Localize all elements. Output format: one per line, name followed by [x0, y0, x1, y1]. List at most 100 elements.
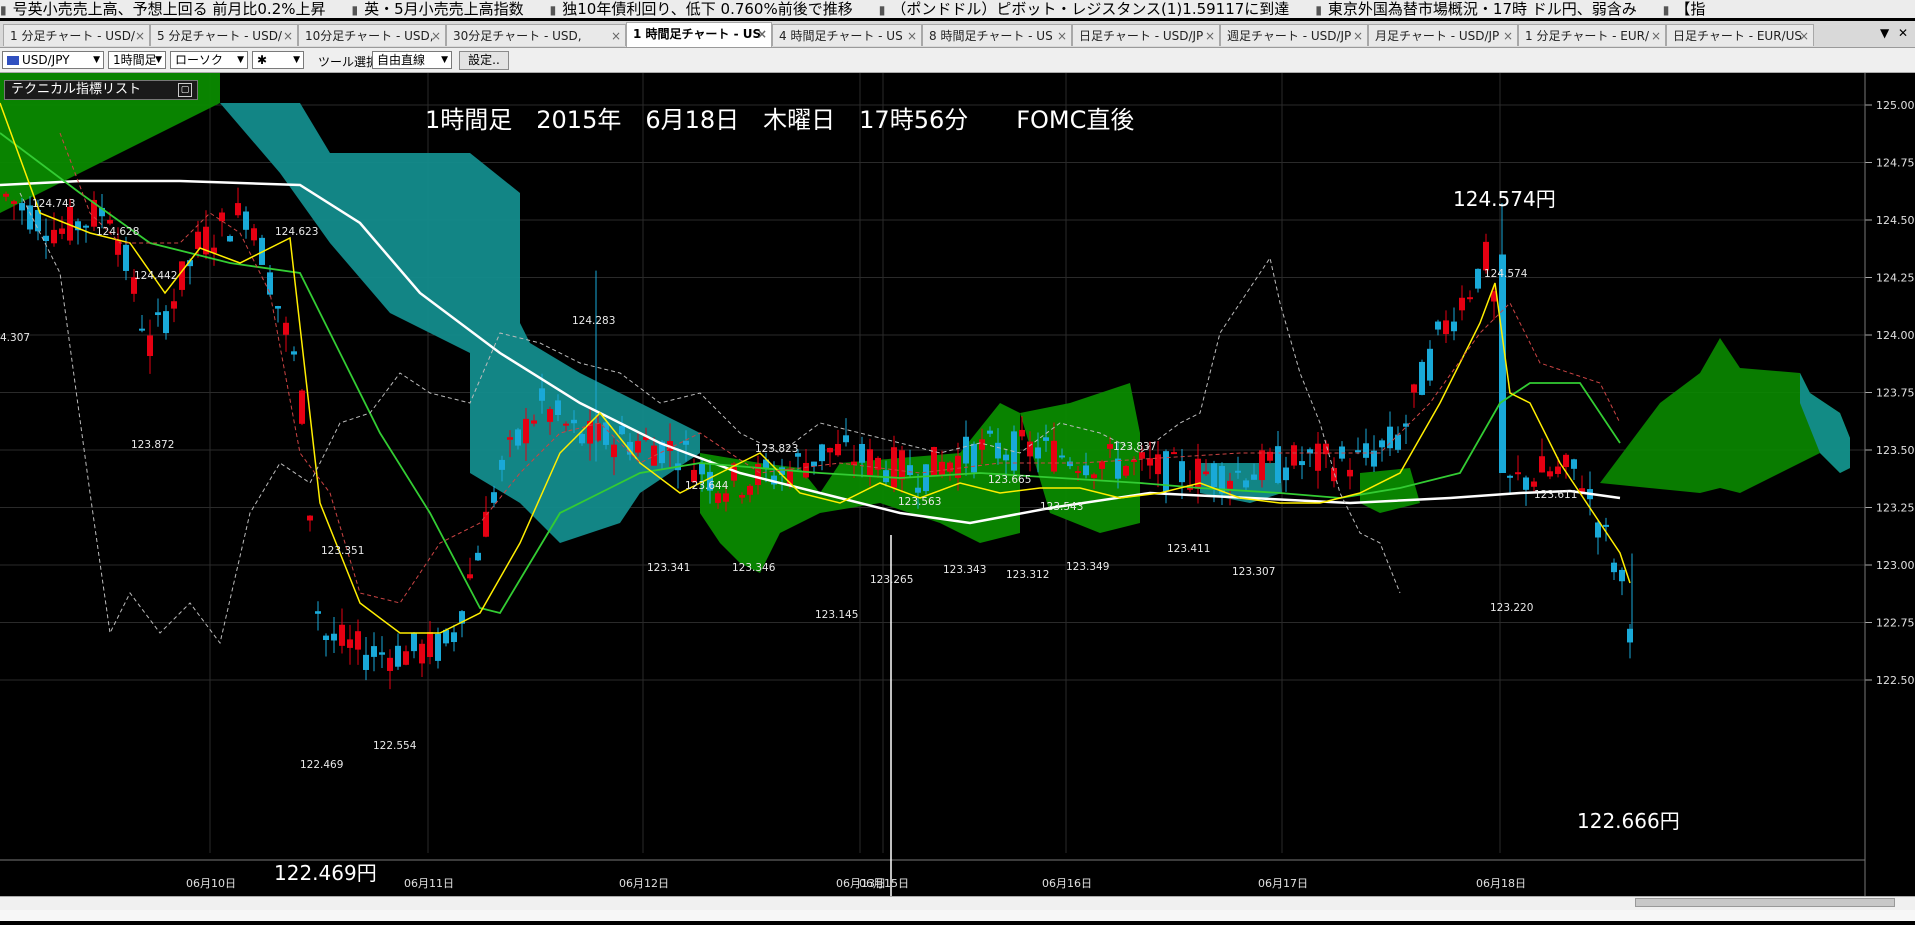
candle-body: [1331, 467, 1337, 482]
candle-body: [419, 643, 425, 664]
candle-body: [1227, 480, 1233, 489]
candle-body: [443, 629, 449, 644]
candle-body: [1243, 480, 1249, 488]
chart-tab[interactable]: 5 分足チャート - USD/×: [150, 24, 298, 46]
chart-tab[interactable]: 30分足チャート - USD, ×: [446, 24, 626, 46]
marker-select[interactable]: ✱ ▼: [252, 51, 304, 69]
chart-tab[interactable]: 4 時間足チャート - US ×: [772, 24, 922, 46]
close-icon[interactable]: ×: [907, 25, 917, 46]
candle-body: [1515, 472, 1521, 475]
tab-label: 1 時間足チャート - US: [633, 27, 762, 41]
close-annotation: 122.666円: [1577, 809, 1680, 833]
close-icon[interactable]: ×: [1799, 25, 1809, 46]
candle-body: [963, 436, 969, 464]
candle-body: [499, 459, 505, 470]
candle-body: [1547, 471, 1553, 477]
tab-active[interactable]: 1 時間足チャート - US ×: [626, 22, 772, 47]
chart-title: 1時間足 2015年 6月18日 木曜日 17時56分 FOMC直後: [425, 106, 1134, 134]
ticker-headline[interactable]: 【指: [1663, 0, 1705, 18]
candle-body: [859, 443, 865, 463]
chart-tab[interactable]: 日足チャート - USD/JP ×: [1072, 24, 1220, 46]
settings-button[interactable]: 設定..: [459, 51, 509, 70]
price-label: 124.628: [96, 226, 139, 238]
news-ticker[interactable]: 号英小売売上高、予想上回る 前月比0.2%上昇 英・5月小売売上高指数 独10年債利…: [0, 0, 1915, 18]
ticker-headline[interactable]: （ポンドドル）ピボット・レジスタンス(1)1.59117に到達: [879, 0, 1289, 18]
candle-body: [579, 433, 585, 444]
chart-tab[interactable]: 週足チャート - USD/JP ×: [1220, 24, 1368, 46]
candle-body: [123, 244, 129, 271]
candle-body: [179, 261, 185, 290]
close-icon[interactable]: ×: [1057, 25, 1067, 46]
candle-body: [1155, 454, 1161, 475]
tab-label: 1 分足チャート - EUR/: [1525, 29, 1650, 43]
chart-type-select[interactable]: ローソク ▼: [170, 51, 248, 69]
indicator-list-panel[interactable]: テクニカル指標リスト ▢: [4, 80, 198, 100]
close-icon[interactable]: ×: [1205, 25, 1215, 46]
panel-collapse-icon[interactable]: ▢: [178, 83, 192, 97]
close-icon[interactable]: ×: [1503, 25, 1513, 46]
price-label: 124.283: [572, 315, 615, 327]
low-annotation: 122.469円: [274, 861, 377, 885]
ticker-headline[interactable]: 東京外国為替市場概況・17時 ドル円、弱含み: [1315, 0, 1637, 18]
close-icon[interactable]: ×: [1353, 25, 1363, 46]
candle-body: [1379, 440, 1385, 448]
flag-icon: [7, 56, 19, 65]
price-label: 4.307: [0, 332, 30, 344]
candle-body: [219, 212, 225, 222]
price-label: 123.823: [755, 443, 798, 455]
ticker-headline[interactable]: 英・5月小売売上高指数: [352, 0, 524, 18]
chevron-down-icon: ▼: [293, 55, 300, 65]
chart-tab[interactable]: 月足チャート - USD/JP ×: [1368, 24, 1518, 46]
candle-body: [251, 228, 257, 241]
candle-body: [923, 464, 929, 492]
candle-body: [387, 657, 393, 671]
price-label: 123.351: [321, 545, 364, 557]
candle-body: [1275, 446, 1281, 483]
ticker-headline[interactable]: 号英小売売上高、予想上回る 前月比0.2%上昇: [0, 0, 326, 18]
chart-tab[interactable]: 1 分足チャート - USD/×: [3, 24, 150, 46]
close-icon[interactable]: ×: [135, 25, 145, 46]
x-tick-label: 06月11日: [404, 877, 454, 890]
candle-body: [619, 425, 625, 435]
price-label: 124.623: [275, 226, 318, 238]
candle-body: [715, 493, 721, 503]
chart-tab[interactable]: 日足チャート - EUR/US ×: [1666, 24, 1814, 46]
candle-body: [283, 322, 289, 335]
chevron-down-icon: ▼: [93, 55, 100, 65]
ticker-headline[interactable]: 独10年債利回り、低下 0.760%前後で推移: [550, 0, 852, 18]
timeframe-select[interactable]: 1時間足 ▼: [108, 51, 166, 69]
candle-body: [547, 409, 553, 422]
marker-icon: ✱: [257, 53, 268, 67]
price-label: 123.611: [1534, 489, 1577, 501]
close-icon[interactable]: ×: [757, 23, 767, 45]
candle-body: [1483, 241, 1489, 271]
candle-body: [571, 419, 577, 424]
tab-label: 30分足チャート - USD,: [453, 29, 582, 43]
candle-body: [995, 442, 1001, 459]
close-icon[interactable]: ×: [1651, 25, 1661, 46]
draw-tool-select[interactable]: 自由直線 ▼: [372, 51, 452, 69]
candle-body: [1003, 454, 1009, 461]
currency-pair-select[interactable]: USD/JPY ▼: [2, 51, 104, 69]
chart-tab[interactable]: 8 時間足チャート - US ×: [922, 24, 1072, 46]
x-tick-label: 06月18日: [1476, 877, 1526, 890]
candle-body: [507, 437, 513, 440]
chart-tab[interactable]: 1 分足チャート - EUR/×: [1518, 24, 1666, 46]
price-label: 123.837: [1113, 441, 1156, 453]
x-tick-label: 06月16日: [1042, 877, 1092, 890]
x-tick-label: 06月10日: [186, 877, 236, 890]
close-icon[interactable]: ×: [611, 25, 621, 46]
candle-body: [403, 651, 409, 665]
chart-tab[interactable]: 10分足チャート - USD, ×: [298, 24, 446, 46]
candle-body: [155, 312, 161, 316]
close-icon[interactable]: ×: [431, 25, 441, 46]
horizontal-scrollbar[interactable]: [0, 896, 1915, 910]
candle-body: [1395, 434, 1401, 450]
scrollbar-thumb[interactable]: [1635, 898, 1895, 907]
close-icon[interactable]: ×: [283, 25, 293, 46]
tab-label: 日足チャート - USD/JP: [1079, 29, 1204, 43]
tab-menu-icon[interactable]: ▼: [1880, 26, 1889, 40]
close-icon[interactable]: ✕: [1898, 26, 1908, 40]
candlestick-chart[interactable]: 125.00 124.75 124.50 124.25 124.00 123.75 123.…: [0, 73, 1915, 921]
candle-body: [1315, 443, 1321, 471]
